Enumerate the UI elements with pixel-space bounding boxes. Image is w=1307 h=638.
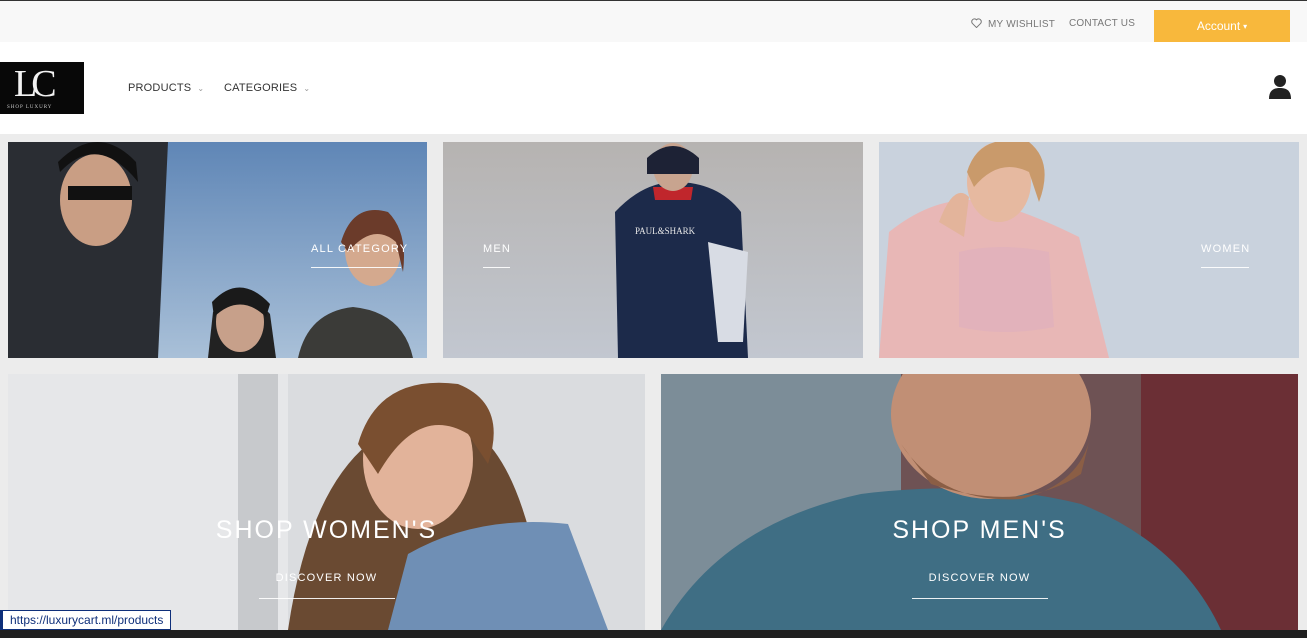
taskbar	[0, 630, 1307, 638]
nav-categories-label: CATEGORIES	[224, 82, 298, 94]
tile-men-underline	[483, 267, 510, 268]
tile-women-underline	[1201, 267, 1249, 268]
top-utility-bar: MY WISHLIST CONTACT US Account ▾	[0, 0, 1307, 42]
banner-womens-underline	[259, 598, 395, 599]
caret-down-icon: ▾	[1243, 21, 1248, 31]
site-logo[interactable]: LC SHOP LUXURY	[0, 62, 84, 114]
user-icon[interactable]	[1268, 74, 1292, 100]
chevron-down-icon: ⌄	[197, 83, 205, 93]
nav-products[interactable]: PRODUCTS ⌄	[128, 82, 204, 94]
tile-men[interactable]: PAUL&SHARK MEN	[443, 142, 863, 358]
banner-mens-underline	[912, 598, 1048, 599]
tile-all-category[interactable]: ALL CATEGORY	[8, 142, 427, 358]
banner-womens-cta[interactable]: DISCOVER NOW	[8, 572, 645, 584]
account-button[interactable]: Account ▾	[1154, 10, 1290, 42]
status-url: https://luxurycart.ml/products	[0, 610, 172, 630]
wishlist-label: MY WISHLIST	[988, 19, 1056, 30]
svg-text:PAUL&SHARK: PAUL&SHARK	[635, 226, 696, 236]
banner-shop-womens[interactable]: SHOP WOMEN'S DISCOVER NOW	[8, 374, 645, 630]
banner-mens-cta[interactable]: DISCOVER NOW	[661, 572, 1298, 584]
heart-icon	[971, 18, 982, 31]
tile-all-category-underline	[311, 267, 401, 268]
account-label: Account	[1196, 19, 1241, 33]
contact-link[interactable]: CONTACT US	[1069, 18, 1135, 29]
tile-men-label: MEN	[483, 243, 512, 255]
site-header: LC SHOP LUXURY PRODUCTS ⌄ CATEGORIES ⌄	[0, 42, 1307, 134]
banner-shop-mens[interactable]: SHOP MEN'S DISCOVER NOW	[661, 374, 1298, 630]
tile-women-label: WOMEN	[1201, 243, 1251, 255]
banner-shop-womens-image	[8, 374, 645, 630]
nav-products-label: PRODUCTS	[128, 82, 192, 94]
chevron-down-icon: ⌄	[303, 83, 311, 93]
logo-mark: LC	[14, 63, 56, 105]
tile-women[interactable]: WOMEN	[879, 142, 1299, 358]
wishlist-link[interactable]: MY WISHLIST	[971, 18, 1055, 31]
banner-shop-mens-image	[661, 374, 1298, 630]
logo-tagline: SHOP LUXURY	[7, 105, 53, 110]
nav-categories[interactable]: CATEGORIES ⌄	[224, 82, 310, 94]
banner-mens-title: SHOP MEN'S	[892, 516, 1067, 544]
banner-womens-title: SHOP WOMEN'S	[215, 516, 438, 544]
tile-all-category-label: ALL CATEGORY	[311, 243, 409, 255]
